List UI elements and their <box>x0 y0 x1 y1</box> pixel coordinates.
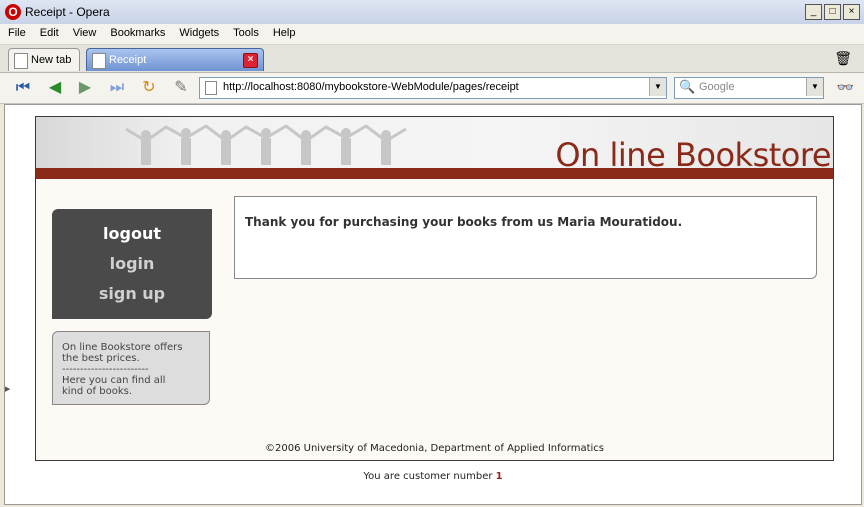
close-tab-icon[interactable]: × <box>243 53 258 68</box>
menu-edit[interactable]: Edit <box>32 24 65 39</box>
banner-strip <box>36 168 833 179</box>
menu-bookmarks[interactable]: Bookmarks <box>102 24 171 39</box>
reload-icon[interactable]: ↻ <box>138 78 160 98</box>
fast-forward-icon[interactable]: ⏭ <box>106 78 128 98</box>
menu-tools[interactable]: Tools <box>225 24 265 39</box>
promo-line: kind of books. <box>62 386 133 397</box>
menu-help[interactable]: Help <box>265 24 302 39</box>
chevron-down-icon[interactable]: ▼ <box>649 78 666 96</box>
menu-widgets[interactable]: Widgets <box>171 24 225 39</box>
title-bar: O Receipt - Opera _ □ × <box>0 0 864 25</box>
rewind-icon[interactable]: ⏮ <box>12 78 34 98</box>
forward-arrow-icon[interactable]: ▶ <box>74 78 96 98</box>
address-bar[interactable]: http://localhost:8080/mybookstore-WebMod… <box>199 77 667 99</box>
customer-label: You are customer number <box>363 471 493 482</box>
search-placeholder: Google <box>699 81 735 93</box>
promo-line: On line Bookstore offers <box>62 342 183 353</box>
tab-new-tab[interactable]: New tab <box>8 48 80 71</box>
customer-counter: You are customer number 1 <box>5 471 861 482</box>
trash-icon[interactable]: 🗑 <box>834 50 852 67</box>
edit-pencil-icon[interactable]: ✎ <box>170 78 192 98</box>
maximize-button[interactable]: □ <box>824 4 841 20</box>
receipt-message: Thank you for purchasing your books from… <box>245 215 683 229</box>
copyright-footer: ©2006 University of Macedonia, Departmen… <box>265 443 604 454</box>
promo-line: Here you can find all <box>62 375 166 386</box>
navigation-bar: ⏮ ◀ ▶ ⏭ ↻ ✎ http://localhost:8080/mybook… <box>0 73 864 104</box>
search-icon: 🔍 <box>679 79 696 94</box>
signup-link[interactable]: sign up <box>52 279 212 309</box>
login-link[interactable]: login <box>52 249 212 279</box>
site-page: On line Bookstore logout login sign up O… <box>35 116 834 461</box>
chevron-down-icon[interactable]: ▼ <box>806 78 823 96</box>
promo-divider: ------------------------ <box>62 364 149 375</box>
search-input[interactable]: 🔍 Google ▼ <box>674 77 824 99</box>
minimize-button[interactable]: _ <box>805 4 822 20</box>
tab-label: New tab <box>31 54 72 66</box>
banner-people-image <box>125 124 407 165</box>
promo-box: On line Bookstore offers the best prices… <box>52 331 210 405</box>
page-icon <box>14 53 28 69</box>
site-menu: logout login sign up <box>52 209 212 319</box>
glasses-icon[interactable]: 👓 <box>837 79 854 96</box>
banner: On line Bookstore <box>36 117 833 179</box>
receipt-message-box: Thank you for purchasing your books from… <box>234 196 817 279</box>
menu-file[interactable]: File <box>0 24 32 39</box>
opera-logo-icon: O <box>5 4 21 20</box>
logout-link[interactable]: logout <box>52 219 212 249</box>
menu-view[interactable]: View <box>65 24 103 39</box>
page-viewport: ▶ On line Bookstore logout login sign up… <box>4 104 862 505</box>
back-arrow-icon[interactable]: ◀ <box>44 78 66 98</box>
page-icon <box>92 53 106 69</box>
side-panel-handle[interactable]: ▶ <box>5 385 10 397</box>
window-title: Receipt - Opera <box>25 5 110 19</box>
close-button[interactable]: × <box>843 4 860 20</box>
tab-bar: New tab Receipt × 🗑 <box>0 45 864 73</box>
tab-label: Receipt <box>109 54 147 66</box>
page-icon <box>205 81 217 95</box>
tab-receipt[interactable]: Receipt × <box>86 48 264 71</box>
menu-bar: File Edit View Bookmarks Widgets Tools Help <box>0 24 864 45</box>
url-text: http://localhost:8080/mybookstore-WebMod… <box>223 81 519 93</box>
promo-line: the best prices. <box>62 353 140 364</box>
customer-number: 1 <box>495 471 503 482</box>
